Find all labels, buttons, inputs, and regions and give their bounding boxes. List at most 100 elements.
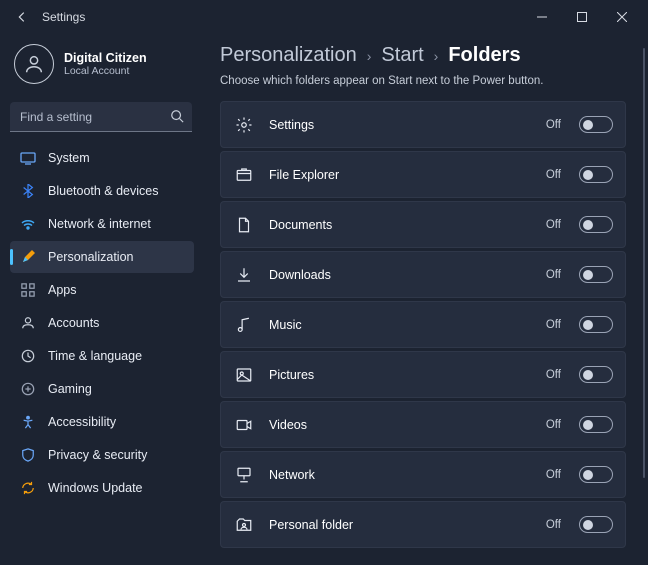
maximize-button[interactable]	[562, 3, 602, 31]
nav-label: Accounts	[48, 316, 99, 330]
gear-icon	[235, 116, 253, 134]
sidebar-item-privacy[interactable]: Privacy & security	[10, 439, 194, 471]
folder-row-file-explorer: File Explorer Off	[220, 151, 626, 198]
main-pane: Personalization › Start › Folders Choose…	[200, 34, 648, 565]
nav-label: Time & language	[48, 349, 142, 363]
toggle-state: Off	[546, 119, 561, 131]
profile-name: Digital Citizen	[64, 51, 147, 65]
toggle-switch[interactable]	[579, 466, 613, 483]
toggle-switch[interactable]	[579, 516, 613, 533]
close-icon	[617, 12, 627, 22]
profile-block[interactable]: Digital Citizen Local Account	[10, 40, 194, 98]
minimize-icon	[537, 12, 547, 22]
sidebar-item-apps[interactable]: Apps	[10, 274, 194, 306]
folder-label: Network	[269, 468, 530, 482]
nav-label: Apps	[48, 283, 77, 297]
toggle-state: Off	[546, 169, 561, 181]
crumb-folders: Folders	[448, 44, 520, 67]
accounts-icon	[20, 316, 36, 330]
nav-label: Personalization	[48, 250, 133, 264]
download-icon	[235, 266, 253, 284]
folder-label: Music	[269, 318, 530, 332]
sidebar: Digital Citizen Local Account System Blu…	[0, 34, 200, 565]
toggle-state: Off	[546, 319, 561, 331]
nav-list: System Bluetooth & devices Network & int…	[10, 142, 194, 504]
window-title: Settings	[42, 10, 85, 24]
shield-icon	[20, 448, 36, 462]
folder-toggle-list: Settings Off File Explorer Off Documents…	[220, 101, 634, 548]
chevron-right-icon: ›	[434, 48, 439, 64]
sidebar-item-network[interactable]: Network & internet	[10, 208, 194, 240]
video-icon	[235, 416, 253, 434]
toggle-switch[interactable]	[579, 266, 613, 283]
back-button[interactable]	[10, 5, 34, 29]
folder-row-downloads: Downloads Off	[220, 251, 626, 298]
document-icon	[235, 216, 253, 234]
folder-label: File Explorer	[269, 168, 530, 182]
file-explorer-icon	[235, 166, 253, 184]
folder-row-settings: Settings Off	[220, 101, 626, 148]
sidebar-item-accessibility[interactable]: Accessibility	[10, 406, 194, 438]
sidebar-item-time[interactable]: Time & language	[10, 340, 194, 372]
update-icon	[20, 481, 36, 495]
page-description: Choose which folders appear on Start nex…	[220, 75, 634, 87]
folder-row-pictures: Pictures Off	[220, 351, 626, 398]
folder-row-personal: Personal folder Off	[220, 501, 626, 548]
toggle-switch[interactable]	[579, 366, 613, 383]
minimize-button[interactable]	[522, 3, 562, 31]
chevron-right-icon: ›	[367, 48, 372, 64]
folder-label: Personal folder	[269, 518, 530, 532]
folder-label: Downloads	[269, 268, 530, 282]
toggle-state: Off	[546, 269, 561, 281]
sidebar-item-personalization[interactable]: Personalization	[10, 241, 194, 273]
toggle-switch[interactable]	[579, 166, 613, 183]
search-box[interactable]	[10, 102, 192, 132]
toggle-state: Off	[546, 369, 561, 381]
nav-label: Gaming	[48, 382, 92, 396]
crumb-start[interactable]: Start	[381, 44, 423, 67]
close-button[interactable]	[602, 3, 642, 31]
clock-icon	[20, 349, 36, 363]
network-icon	[235, 466, 253, 484]
sidebar-item-accounts[interactable]: Accounts	[10, 307, 194, 339]
nav-label: Privacy & security	[48, 448, 147, 462]
scrollbar[interactable]	[643, 48, 645, 478]
folder-label: Documents	[269, 218, 530, 232]
search-icon	[170, 109, 184, 123]
title-bar: Settings	[0, 0, 648, 34]
toggle-switch[interactable]	[579, 216, 613, 233]
toggle-state: Off	[546, 519, 561, 531]
accessibility-icon	[20, 415, 36, 429]
folder-label: Settings	[269, 118, 530, 132]
toggle-switch[interactable]	[579, 316, 613, 333]
crumb-personalization[interactable]: Personalization	[220, 44, 357, 67]
personal-folder-icon	[235, 516, 253, 534]
toggle-switch[interactable]	[579, 116, 613, 133]
toggle-switch[interactable]	[579, 416, 613, 433]
folder-label: Videos	[269, 418, 530, 432]
sidebar-item-bluetooth[interactable]: Bluetooth & devices	[10, 175, 194, 207]
folder-row-videos: Videos Off	[220, 401, 626, 448]
toggle-state: Off	[546, 419, 561, 431]
apps-icon	[20, 283, 36, 297]
nav-label: System	[48, 151, 90, 165]
avatar	[14, 44, 54, 84]
sidebar-item-gaming[interactable]: Gaming	[10, 373, 194, 405]
nav-label: Windows Update	[48, 481, 143, 495]
folder-row-music: Music Off	[220, 301, 626, 348]
picture-icon	[235, 366, 253, 384]
folder-row-network: Network Off	[220, 451, 626, 498]
sidebar-item-update[interactable]: Windows Update	[10, 472, 194, 504]
wifi-icon	[20, 216, 36, 232]
paintbrush-icon	[20, 249, 36, 265]
toggle-state: Off	[546, 469, 561, 481]
nav-label: Network & internet	[48, 217, 151, 231]
nav-label: Accessibility	[48, 415, 116, 429]
arrow-left-icon	[15, 10, 29, 24]
folder-row-documents: Documents Off	[220, 201, 626, 248]
music-icon	[235, 316, 253, 334]
sidebar-item-system[interactable]: System	[10, 142, 194, 174]
search-input[interactable]	[10, 102, 192, 132]
profile-sub: Local Account	[64, 65, 147, 77]
gaming-icon	[20, 382, 36, 396]
